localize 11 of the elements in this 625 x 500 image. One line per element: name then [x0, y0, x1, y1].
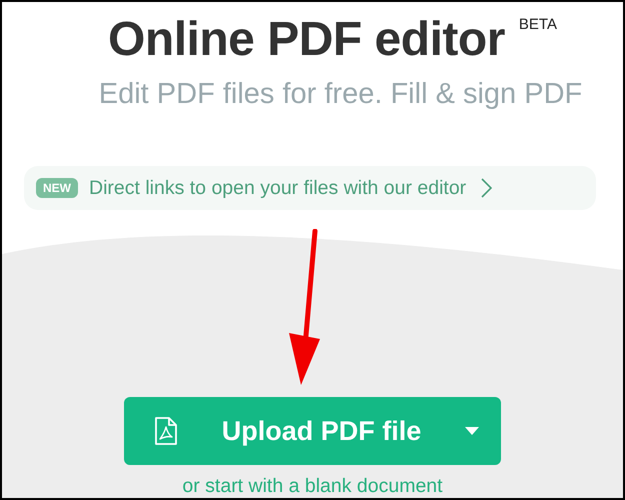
page-title: Online PDF editor: [108, 12, 505, 68]
beta-label: BETA: [518, 16, 557, 33]
caret-down-icon[interactable]: [465, 427, 479, 435]
pdf-file-icon: [154, 416, 178, 446]
upload-button[interactable]: Upload PDF file: [124, 397, 501, 465]
announcement-banner[interactable]: NEW Direct links to open your files with our editor: [24, 166, 596, 210]
chevron-right-icon: [481, 178, 492, 198]
blank-document-link[interactable]: or start with a blank document: [182, 475, 443, 498]
announcement-text: Direct links to open your files with our editor: [89, 176, 466, 200]
page-subtitle: Edit PDF files for free. Fill & sign PDF: [98, 77, 582, 112]
new-tag: NEW: [36, 178, 78, 198]
